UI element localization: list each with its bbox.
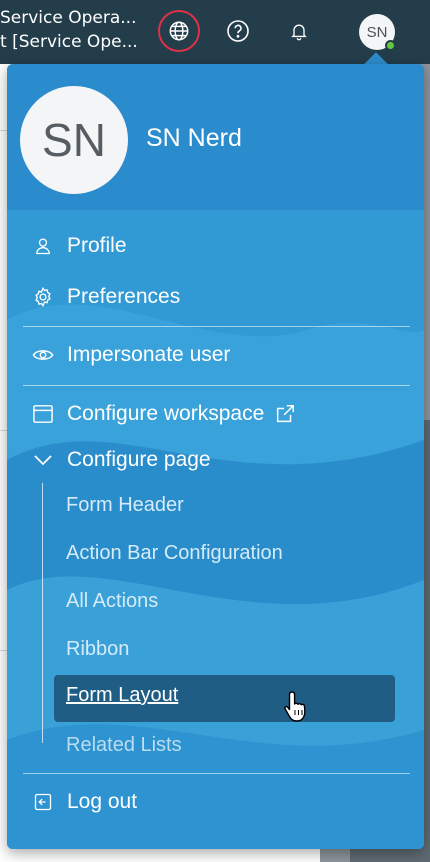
workspace-title-line-2: t [Service Ope... — [0, 32, 138, 52]
user-menu-dropdown: SN SN Nerd Profile Preferences Impersona… — [7, 64, 424, 849]
submenu-item-ribbon[interactable]: Ribbon — [66, 638, 129, 661]
menu-item-configure-page[interactable]: Configure page — [31, 448, 211, 472]
workspace-title[interactable]: Service Opera... t [Service Ope... — [0, 6, 138, 54]
external-link-icon — [274, 403, 296, 425]
menu-item-profile[interactable]: Profile — [31, 234, 127, 258]
question-icon — [227, 20, 249, 42]
globe-button[interactable] — [158, 10, 200, 52]
presence-status-indicator — [385, 40, 396, 51]
hand-pointer-cursor-icon — [284, 691, 306, 722]
menu-item-log-out-label: Log out — [67, 790, 138, 813]
top-navigation-bar: Service Opera... t [Service Ope... SN — [0, 0, 430, 64]
menu-item-preferences[interactable]: Preferences — [31, 285, 180, 309]
menu-item-impersonate-label: Impersonate user — [67, 343, 231, 366]
submenu-item-form-layout-label: Form Layout — [66, 684, 179, 706]
notifications-button[interactable] — [278, 10, 320, 52]
globe-icon — [169, 21, 189, 41]
menu-item-configure-page-label: Configure page — [67, 448, 211, 471]
menu-divider — [23, 773, 410, 774]
user-name: SN Nerd — [146, 124, 242, 152]
submenu-guide-line — [42, 483, 43, 743]
eye-icon — [31, 343, 55, 367]
submenu-item-related-lists[interactable]: Related Lists — [66, 734, 182, 757]
help-button[interactable] — [217, 10, 259, 52]
bell-icon — [291, 24, 307, 41]
gear-icon — [31, 285, 55, 309]
menu-item-preferences-label: Preferences — [67, 285, 181, 308]
menu-item-impersonate-user[interactable]: Impersonate user — [31, 343, 230, 367]
logout-icon — [31, 790, 55, 814]
menu-divider — [23, 326, 410, 327]
menu-item-configure-workspace[interactable]: Configure workspace — [31, 402, 296, 426]
profile-avatar: SN — [20, 86, 128, 194]
menu-item-configure-workspace-label: Configure workspace — [67, 402, 265, 425]
submenu-item-all-actions[interactable]: All Actions — [66, 590, 158, 613]
submenu-item-action-bar-configuration[interactable]: Action Bar Configuration — [66, 542, 283, 565]
chevron-down-icon — [31, 448, 55, 472]
menu-divider — [23, 385, 410, 386]
window-icon — [31, 402, 55, 426]
workspace-title-line-1: Service Opera... — [0, 8, 137, 28]
user-icon — [31, 234, 55, 258]
menu-item-log-out[interactable]: Log out — [31, 790, 137, 814]
menu-item-profile-label: Profile — [67, 234, 127, 257]
submenu-item-form-header[interactable]: Form Header — [66, 494, 184, 517]
